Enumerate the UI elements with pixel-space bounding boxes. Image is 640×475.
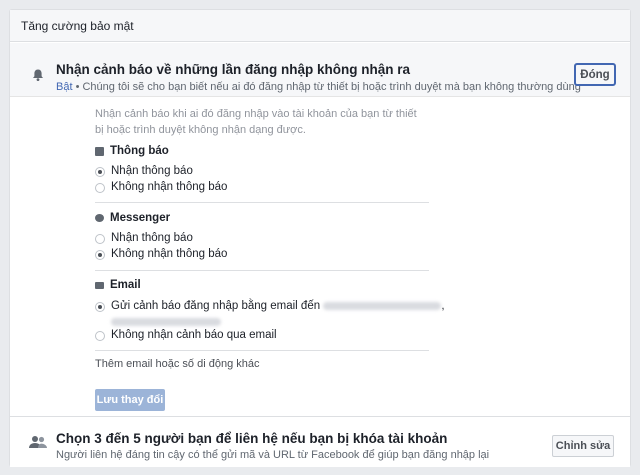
bell-icon bbox=[33, 69, 43, 81]
status-on: Bật bbox=[56, 81, 73, 93]
save-changes-button[interactable]: Lưu thay đổi bbox=[95, 389, 165, 411]
radio-button[interactable] bbox=[95, 331, 105, 341]
radio-button[interactable] bbox=[95, 234, 105, 244]
radio-button[interactable] bbox=[95, 183, 105, 193]
notifications-title: Thông báo bbox=[110, 145, 169, 157]
notifications-option-off[interactable]: Không nhận thông báo bbox=[95, 181, 227, 193]
redacted-email bbox=[323, 301, 442, 310]
email-option-off[interactable]: Không nhận cảnh báo qua email bbox=[95, 329, 277, 341]
people-icon bbox=[29, 436, 47, 448]
description-text: • Chúng tôi sẽ cho bạn biết nếu ai đó đă… bbox=[72, 81, 581, 93]
login-alerts-description: Bật • Chúng tôi sẽ cho bạn biết nếu ai đ… bbox=[56, 81, 581, 93]
radio-button[interactable] bbox=[95, 167, 105, 177]
notifications-group-title: Thông báo bbox=[95, 145, 169, 157]
email-icon bbox=[95, 281, 104, 289]
add-contact-link[interactable]: Thêm email hoặc số di động khác bbox=[95, 358, 259, 370]
radio-button[interactable] bbox=[95, 302, 105, 312]
divider bbox=[95, 270, 429, 271]
email-group-title: Email bbox=[95, 279, 141, 291]
login-alerts-header: Nhận cảnh báo về những lần đăng nhập khô… bbox=[10, 43, 630, 97]
divider bbox=[95, 350, 429, 351]
trusted-contacts-description: Người liên hệ đáng tin cậy có thể gửi mã… bbox=[56, 449, 490, 461]
messenger-title: Messenger bbox=[110, 212, 171, 224]
panel-title: Tăng cường bảo mật bbox=[10, 10, 630, 42]
messenger-group-title: Messenger bbox=[95, 212, 170, 224]
alerts-intro: Nhận cảnh báo khi ai đó đăng nhập vào tà… bbox=[95, 108, 417, 136]
option-label: Không nhận thông báo bbox=[111, 248, 228, 260]
messenger-option-on[interactable]: Nhận thông báo bbox=[95, 232, 193, 244]
email-option-send[interactable]: Gửi cảnh báo đăng nhập bằng email đến , bbox=[95, 300, 445, 326]
option-label: Nhận thông báo bbox=[111, 232, 193, 244]
radio-button[interactable] bbox=[95, 250, 105, 260]
messenger-icon bbox=[95, 214, 104, 222]
redacted-email bbox=[111, 318, 221, 326]
notifications-option-on[interactable]: Nhận thông báo bbox=[95, 165, 193, 177]
close-button[interactable]: Đóng bbox=[574, 63, 616, 86]
security-panel: Tăng cường bảo mật Nhận cảnh báo về nhữn… bbox=[9, 9, 631, 467]
login-alerts-title: Nhận cảnh báo về những lần đăng nhập khô… bbox=[56, 62, 411, 77]
option-label: Nhận thông báo bbox=[111, 165, 193, 177]
login-alerts-settings: Nhận cảnh báo khi ai đó đăng nhập vào tà… bbox=[10, 98, 630, 425]
edit-button[interactable]: Chỉnh sửa bbox=[552, 435, 614, 457]
messenger-option-off[interactable]: Không nhận thông báo bbox=[95, 248, 227, 260]
option-label: Không nhận thông báo bbox=[111, 181, 228, 193]
option-label: Không nhận cảnh báo qua email bbox=[111, 329, 277, 341]
email-title: Email bbox=[110, 279, 141, 291]
notification-icon bbox=[95, 146, 104, 156]
trusted-contacts-section: Chọn 3 đến 5 người bạn để liên hệ nếu bạ… bbox=[10, 416, 630, 467]
divider bbox=[95, 202, 429, 203]
send-option-text: Gửi cảnh báo đăng nhập bằng email đến bbox=[111, 300, 321, 312]
trusted-contacts-title: Chọn 3 đến 5 người bạn để liên hệ nếu bạ… bbox=[56, 431, 448, 446]
option-label: Gửi cảnh báo đăng nhập bằng email đến , bbox=[111, 300, 445, 326]
